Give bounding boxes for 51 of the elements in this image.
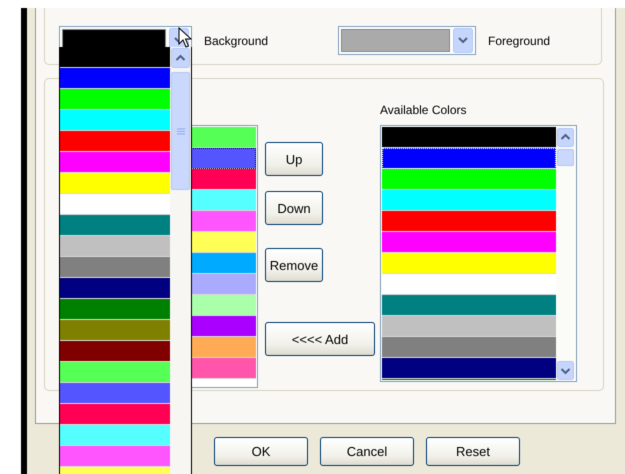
color-option[interactable] bbox=[60, 110, 170, 131]
combo-label: Background bbox=[204, 34, 268, 48]
scroll-thumb[interactable] bbox=[557, 149, 574, 166]
list-button[interactable]: <<<< Add bbox=[265, 322, 375, 356]
color-dropdown[interactable] bbox=[338, 26, 476, 55]
color-item[interactable] bbox=[382, 358, 556, 379]
color-item[interactable] bbox=[382, 232, 556, 253]
color-item[interactable] bbox=[382, 169, 556, 190]
list-button[interactable]: Up bbox=[265, 142, 323, 176]
color-option[interactable] bbox=[60, 383, 170, 404]
scrollbar[interactable] bbox=[556, 127, 575, 380]
color-option[interactable] bbox=[60, 257, 170, 278]
dialog-button[interactable]: Cancel bbox=[320, 437, 414, 466]
scroll-up-button[interactable] bbox=[557, 128, 574, 147]
color-option[interactable] bbox=[60, 215, 170, 236]
cursor-icon bbox=[178, 27, 192, 49]
dialog-button[interactable]: OK bbox=[214, 437, 308, 466]
scrollbar[interactable] bbox=[170, 47, 191, 474]
list-button[interactable]: Remove bbox=[265, 248, 323, 282]
color-item[interactable] bbox=[382, 148, 556, 169]
list-button[interactable]: Down bbox=[265, 191, 323, 225]
color-option[interactable] bbox=[60, 362, 170, 383]
color-item[interactable] bbox=[382, 316, 556, 337]
color-option[interactable] bbox=[60, 425, 170, 446]
scroll-up-button[interactable] bbox=[171, 48, 190, 68]
color-option[interactable] bbox=[60, 446, 170, 467]
scroll-down-button[interactable] bbox=[557, 361, 574, 380]
color-item[interactable] bbox=[382, 337, 556, 358]
color-option[interactable] bbox=[60, 341, 170, 362]
dropdown-list[interactable] bbox=[59, 47, 192, 474]
color-option[interactable] bbox=[60, 152, 170, 173]
combo-label: Foreground bbox=[488, 34, 550, 48]
color-option[interactable] bbox=[60, 404, 170, 425]
available-color-list[interactable] bbox=[380, 125, 577, 382]
color-item[interactable] bbox=[382, 211, 556, 232]
color-option[interactable] bbox=[60, 278, 170, 299]
color-option[interactable] bbox=[60, 173, 170, 194]
color-option[interactable] bbox=[60, 236, 170, 257]
color-option[interactable] bbox=[60, 131, 170, 152]
color-option[interactable] bbox=[60, 47, 170, 68]
list-label: Available Colors bbox=[380, 103, 466, 117]
color-option[interactable] bbox=[60, 320, 170, 341]
color-option[interactable] bbox=[60, 68, 170, 89]
scroll-thumb[interactable] bbox=[171, 72, 190, 190]
color-option[interactable] bbox=[60, 89, 170, 110]
color-item[interactable] bbox=[382, 295, 556, 316]
color-item[interactable] bbox=[382, 253, 556, 274]
color-option[interactable] bbox=[60, 299, 170, 320]
color-item[interactable] bbox=[382, 127, 556, 148]
dialog-button[interactable]: Reset bbox=[426, 437, 520, 466]
color-item[interactable] bbox=[382, 190, 556, 211]
